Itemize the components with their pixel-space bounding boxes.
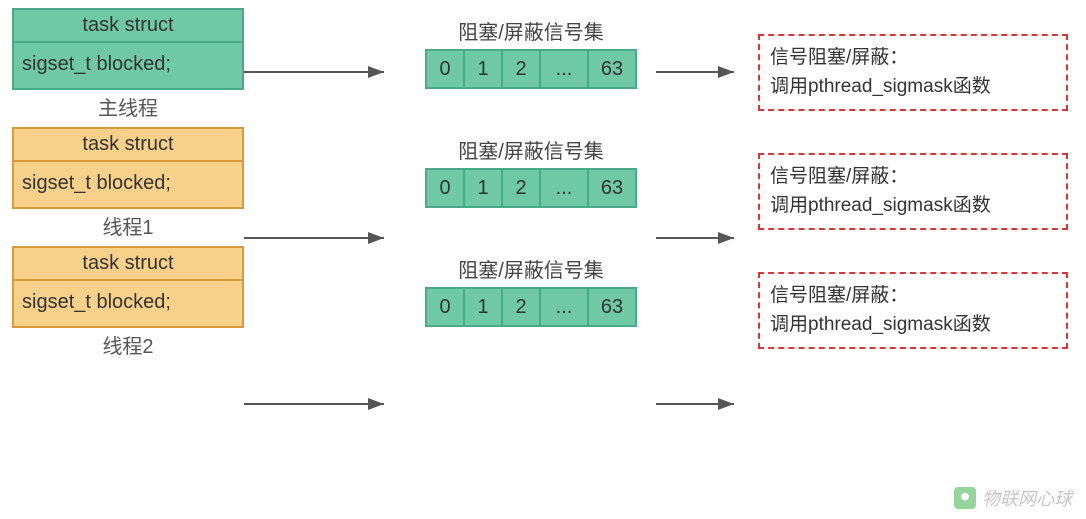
sigset-col-0: 阻塞/屏蔽信号集 0 1 2 ... 63 bbox=[394, 8, 668, 89]
thread-row-0: task struct sigset_t blocked; 主线程 阻塞/屏蔽信… bbox=[12, 8, 1074, 121]
sigset-label: 阻塞/屏蔽信号集 bbox=[458, 135, 604, 164]
sigset-bits-1: 0 1 2 ... 63 bbox=[425, 168, 637, 208]
thread-label-1: 线程1 bbox=[12, 211, 244, 240]
task-struct-field: sigset_t blocked; bbox=[14, 43, 242, 88]
sigset-bits-2: 0 1 2 ... 63 bbox=[425, 287, 637, 327]
bit-cell: 63 bbox=[587, 168, 637, 208]
note-line1: 信号阻塞/屏蔽： bbox=[770, 163, 1056, 192]
task-struct-header: task struct bbox=[14, 129, 242, 162]
thread-left-0: task struct sigset_t blocked; 主线程 bbox=[12, 8, 244, 121]
bit-cell-ellipsis: ... bbox=[539, 49, 589, 89]
sigset-label: 阻塞/屏蔽信号集 bbox=[458, 16, 604, 45]
bit-cell: 2 bbox=[501, 287, 541, 327]
sigset-bits-0: 0 1 2 ... 63 bbox=[425, 49, 637, 89]
thread-label-0: 主线程 bbox=[12, 92, 244, 121]
bit-cell: 1 bbox=[463, 49, 503, 89]
bit-cell: 2 bbox=[501, 168, 541, 208]
task-struct-header: task struct bbox=[14, 10, 242, 43]
watermark: 物联网心球 bbox=[954, 485, 1072, 511]
note-line2: 调用pthread_sigmask函数 bbox=[770, 311, 1056, 340]
thread-label-2: 线程2 bbox=[12, 330, 244, 359]
task-struct-box-0: task struct sigset_t blocked; bbox=[12, 8, 244, 90]
note-box-1: 信号阻塞/屏蔽： 调用pthread_sigmask函数 bbox=[758, 153, 1068, 230]
note-line2: 调用pthread_sigmask函数 bbox=[770, 192, 1056, 221]
bit-cell-ellipsis: ... bbox=[539, 168, 589, 208]
task-struct-field: sigset_t blocked; bbox=[14, 281, 242, 326]
task-struct-box-1: task struct sigset_t blocked; bbox=[12, 127, 244, 209]
bit-cell: 63 bbox=[587, 49, 637, 89]
wechat-icon bbox=[954, 487, 976, 509]
thread-left-2: task struct sigset_t blocked; 线程2 bbox=[12, 246, 244, 359]
note-line2: 调用pthread_sigmask函数 bbox=[770, 73, 1056, 102]
bit-cell: 0 bbox=[425, 287, 465, 327]
note-box-0: 信号阻塞/屏蔽： 调用pthread_sigmask函数 bbox=[758, 34, 1068, 111]
thread-row-1: task struct sigset_t blocked; 线程1 阻塞/屏蔽信… bbox=[12, 127, 1074, 240]
arrow-struct-to-sigset-2 bbox=[244, 394, 396, 414]
sigset-col-1: 阻塞/屏蔽信号集 0 1 2 ... 63 bbox=[394, 127, 668, 208]
task-struct-header: task struct bbox=[14, 248, 242, 281]
task-struct-box-2: task struct sigset_t blocked; bbox=[12, 246, 244, 328]
bit-cell: 1 bbox=[463, 287, 503, 327]
note-line1: 信号阻塞/屏蔽： bbox=[770, 282, 1056, 311]
bit-cell: 0 bbox=[425, 168, 465, 208]
note-line1: 信号阻塞/屏蔽： bbox=[770, 44, 1056, 73]
note-box-2: 信号阻塞/屏蔽： 调用pthread_sigmask函数 bbox=[758, 272, 1068, 349]
arrow-sigset-to-note-2 bbox=[656, 394, 746, 414]
bit-cell-ellipsis: ... bbox=[539, 287, 589, 327]
bit-cell: 1 bbox=[463, 168, 503, 208]
watermark-text: 物联网心球 bbox=[982, 485, 1072, 511]
bit-cell: 63 bbox=[587, 287, 637, 327]
task-struct-field: sigset_t blocked; bbox=[14, 162, 242, 207]
thread-left-1: task struct sigset_t blocked; 线程1 bbox=[12, 127, 244, 240]
sigset-label: 阻塞/屏蔽信号集 bbox=[458, 254, 604, 283]
bit-cell: 0 bbox=[425, 49, 465, 89]
sigset-col-2: 阻塞/屏蔽信号集 0 1 2 ... 63 bbox=[394, 246, 668, 327]
thread-row-2: task struct sigset_t blocked; 线程2 阻塞/屏蔽信… bbox=[12, 246, 1074, 359]
bit-cell: 2 bbox=[501, 49, 541, 89]
